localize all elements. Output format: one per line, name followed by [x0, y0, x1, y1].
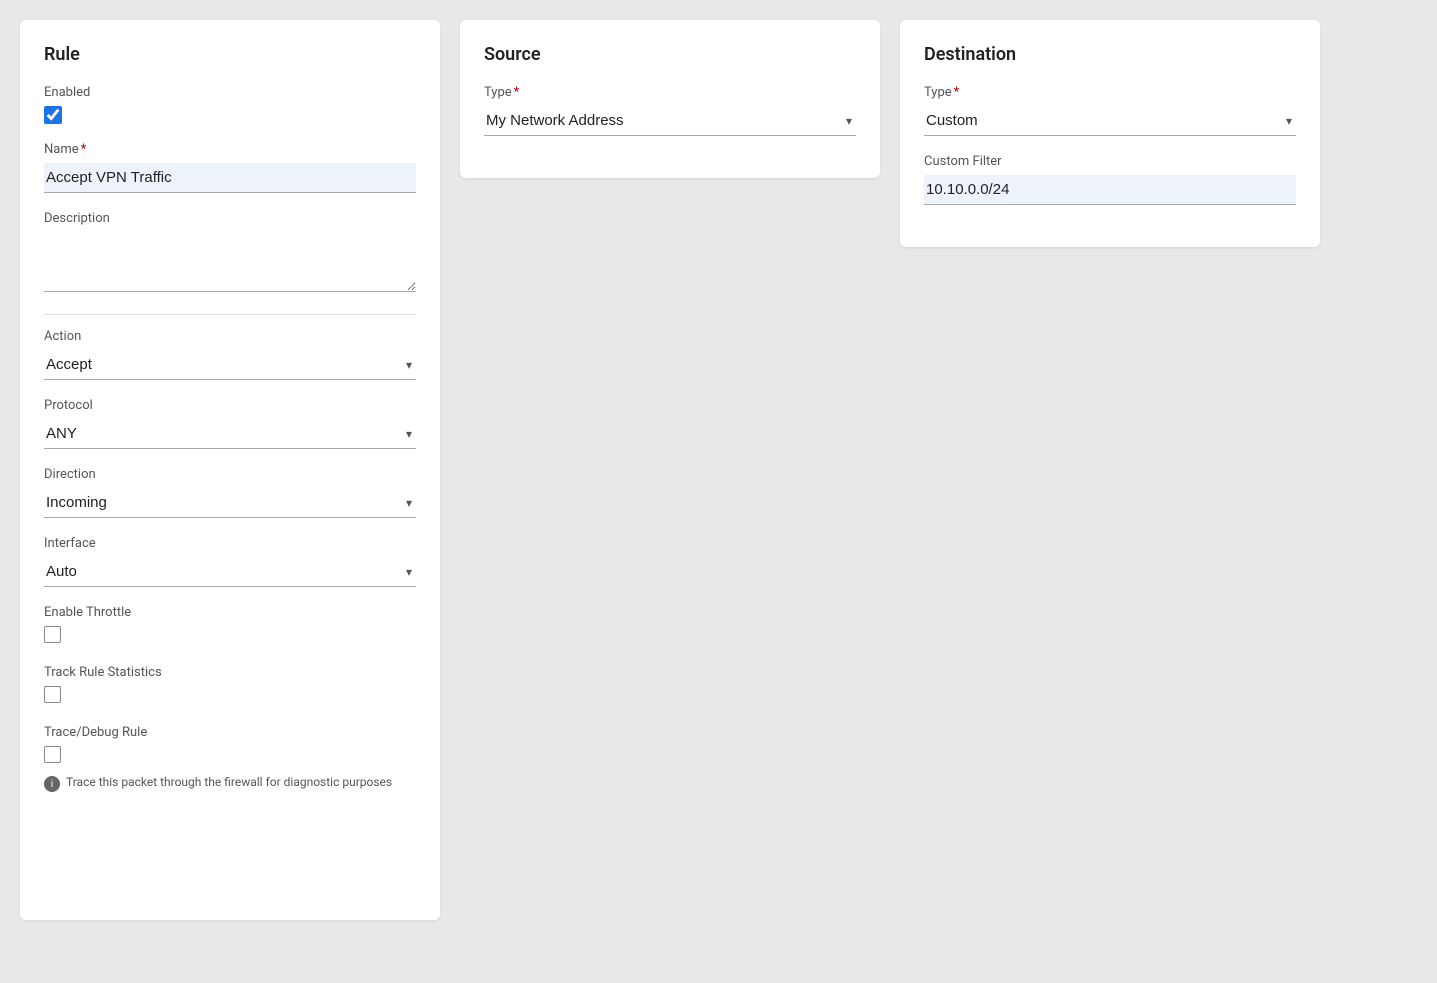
- trace-info-text: Trace this packet through the firewall f…: [66, 775, 392, 789]
- name-field: Name*: [44, 142, 416, 193]
- description-label: Description: [44, 211, 416, 226]
- interface-field: Interface Auto LAN WAN ▾: [44, 536, 416, 587]
- source-type-label: Type*: [484, 85, 856, 100]
- destination-required-star: *: [954, 85, 960, 100]
- trace-debug-label: Trace/Debug Rule: [44, 725, 416, 740]
- source-panel: Source Type* My Network Address Custom A…: [460, 20, 880, 178]
- destination-type-label: Type*: [924, 85, 1296, 100]
- name-required-star: *: [81, 142, 87, 157]
- action-select[interactable]: Accept Deny Drop: [44, 350, 416, 380]
- source-panel-title: Source: [484, 44, 856, 65]
- destination-panel: Destination Type* Custom My Network Addr…: [900, 20, 1320, 247]
- enabled-field: Enabled: [44, 85, 416, 124]
- destination-type-field: Type* Custom My Network Address Any ▾: [924, 85, 1296, 136]
- protocol-field: Protocol ANY TCP UDP ICMP ▾: [44, 398, 416, 449]
- interface-select[interactable]: Auto LAN WAN: [44, 557, 416, 587]
- direction-field: Direction Incoming Outgoing Both ▾: [44, 467, 416, 518]
- trace-debug-field: Trace/Debug Rule i Trace this packet thr…: [44, 725, 416, 792]
- custom-filter-input[interactable]: [924, 175, 1296, 205]
- track-stats-label: Track Rule Statistics: [44, 665, 416, 680]
- custom-filter-field: Custom Filter: [924, 154, 1296, 205]
- custom-filter-label: Custom Filter: [924, 154, 1296, 169]
- enable-throttle-checkbox[interactable]: [44, 626, 61, 643]
- description-field: Description: [44, 211, 416, 296]
- name-label: Name*: [44, 142, 416, 157]
- rule-panel: Rule Enabled Name* Description Action: [20, 20, 440, 920]
- track-stats-field: Track Rule Statistics: [44, 665, 416, 707]
- track-stats-checkbox[interactable]: [44, 686, 61, 703]
- source-type-field: Type* My Network Address Custom Any ▾: [484, 85, 856, 136]
- source-type-select[interactable]: My Network Address Custom Any: [484, 106, 856, 136]
- destination-type-select[interactable]: Custom My Network Address Any: [924, 106, 1296, 136]
- info-icon: i: [44, 776, 60, 792]
- trace-debug-checkbox[interactable]: [44, 746, 61, 763]
- rule-panel-title: Rule: [44, 44, 416, 65]
- action-field: Action Accept Deny Drop ▾: [44, 329, 416, 380]
- source-required-star: *: [514, 85, 520, 100]
- description-textarea[interactable]: [44, 232, 416, 292]
- action-label: Action: [44, 329, 416, 344]
- name-input[interactable]: [44, 163, 416, 193]
- direction-label: Direction: [44, 467, 416, 482]
- enable-throttle-label: Enable Throttle: [44, 605, 416, 620]
- protocol-select[interactable]: ANY TCP UDP ICMP: [44, 419, 416, 449]
- enable-throttle-field: Enable Throttle: [44, 605, 416, 647]
- trace-info: i Trace this packet through the firewall…: [44, 775, 416, 792]
- destination-panel-title: Destination: [924, 44, 1296, 65]
- protocol-label: Protocol: [44, 398, 416, 413]
- enabled-checkbox[interactable]: [44, 106, 62, 124]
- enabled-label: Enabled: [44, 85, 416, 100]
- interface-label: Interface: [44, 536, 416, 551]
- direction-select[interactable]: Incoming Outgoing Both: [44, 488, 416, 518]
